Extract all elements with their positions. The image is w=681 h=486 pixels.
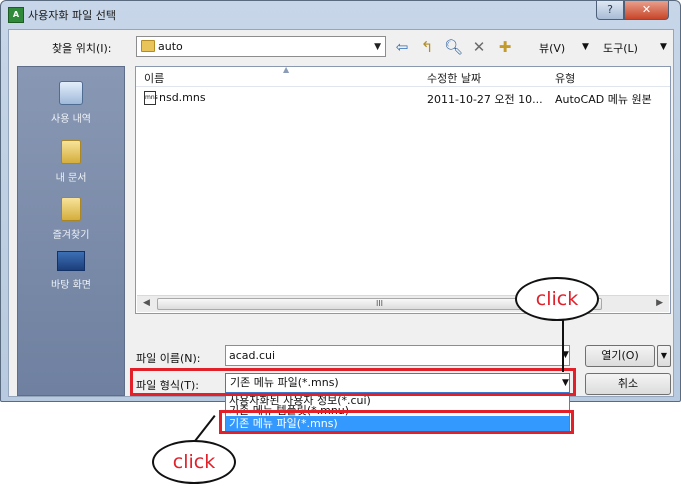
tools-menu-chevron-icon[interactable]: ▼ xyxy=(660,42,667,52)
places-bar: 사용 내역 내 문서 즐겨찾기 바탕 화면 xyxy=(17,66,125,396)
scroll-right-icon[interactable]: ▶ xyxy=(656,298,663,308)
header-divider xyxy=(136,86,670,87)
highlight-filetype-box xyxy=(130,368,576,396)
title-bar[interactable]: A 사용자화 파일 선택 ? ✕ xyxy=(1,1,680,29)
file-list[interactable]: 이름 ▲ 수정한 날짜 유형 mns nsd.mns 2011-10-27 오전… xyxy=(135,65,671,314)
callout-leader-bottom xyxy=(194,415,216,442)
filename-label: 파일 이름(N): xyxy=(136,352,201,365)
filename-input[interactable]: acad.cui xyxy=(225,345,570,366)
cancel-button[interactable]: 취소 xyxy=(585,373,671,395)
highlight-option-box xyxy=(219,410,574,434)
lookin-combo[interactable]: auto ▼ xyxy=(136,36,386,57)
open-split-chevron-icon[interactable]: ▼ xyxy=(657,345,671,367)
view-menu-chevron-icon[interactable]: ▼ xyxy=(582,42,589,52)
back-arrow-icon[interactable]: ⇦ xyxy=(393,38,411,56)
close-button[interactable]: ✕ xyxy=(624,1,669,20)
place-label: 사용 내역 xyxy=(51,114,91,125)
recent-icon xyxy=(59,81,83,105)
column-header-name[interactable]: 이름 xyxy=(144,70,164,86)
lookin-label: 찾을 위치(I): xyxy=(52,42,112,55)
delete-icon[interactable]: ✕ xyxy=(470,38,488,56)
desktop-icon xyxy=(57,251,85,271)
up-folder-icon[interactable]: ↰ xyxy=(418,38,436,56)
file-row[interactable]: mns nsd.mns 2011-10-27 오전 10... AutoCAD … xyxy=(136,89,670,107)
open-button[interactable]: 열기(O) xyxy=(585,345,655,367)
place-recent[interactable]: 사용 내역 xyxy=(18,81,124,125)
place-label: 바탕 화면 xyxy=(51,280,91,291)
dialog-title: 사용자화 파일 선택 xyxy=(28,9,116,22)
new-folder-icon[interactable]: ✚ xyxy=(496,38,514,56)
click-callout-top: click xyxy=(515,277,599,321)
place-documents[interactable]: 내 문서 xyxy=(18,140,124,184)
column-header-date[interactable]: 수정한 날짜 xyxy=(427,70,481,86)
favorites-icon xyxy=(61,197,81,221)
autocad-icon: A xyxy=(8,7,24,23)
tools-menu[interactable]: 도구(L) xyxy=(603,40,638,56)
place-label: 즐겨찾기 xyxy=(52,230,90,241)
chevron-down-icon[interactable]: ▼ xyxy=(374,42,381,52)
mns-file-icon: mns xyxy=(144,91,158,105)
lookin-value: auto xyxy=(158,40,183,53)
scroll-left-icon[interactable]: ◀ xyxy=(143,298,150,308)
callout-leader-top xyxy=(562,320,564,372)
view-menu[interactable]: 뷰(V) xyxy=(539,40,565,56)
file-date: 2011-10-27 오전 10... xyxy=(427,93,543,106)
search-icon[interactable]: 🔍︎ xyxy=(444,38,463,56)
help-button[interactable]: ? xyxy=(596,1,624,20)
documents-icon xyxy=(61,140,81,164)
click-callout-bottom: click xyxy=(152,440,236,484)
folder-icon xyxy=(141,40,155,52)
file-name: nsd.mns xyxy=(159,91,206,104)
place-favorites[interactable]: 즐겨찾기 xyxy=(18,197,124,241)
column-header-type[interactable]: 유형 xyxy=(555,70,575,86)
place-desktop[interactable]: 바탕 화면 xyxy=(18,251,124,291)
sort-ascending-icon: ▲ xyxy=(283,65,290,74)
place-label: 내 문서 xyxy=(55,173,87,184)
file-type: AutoCAD 메뉴 원본 xyxy=(555,93,652,106)
